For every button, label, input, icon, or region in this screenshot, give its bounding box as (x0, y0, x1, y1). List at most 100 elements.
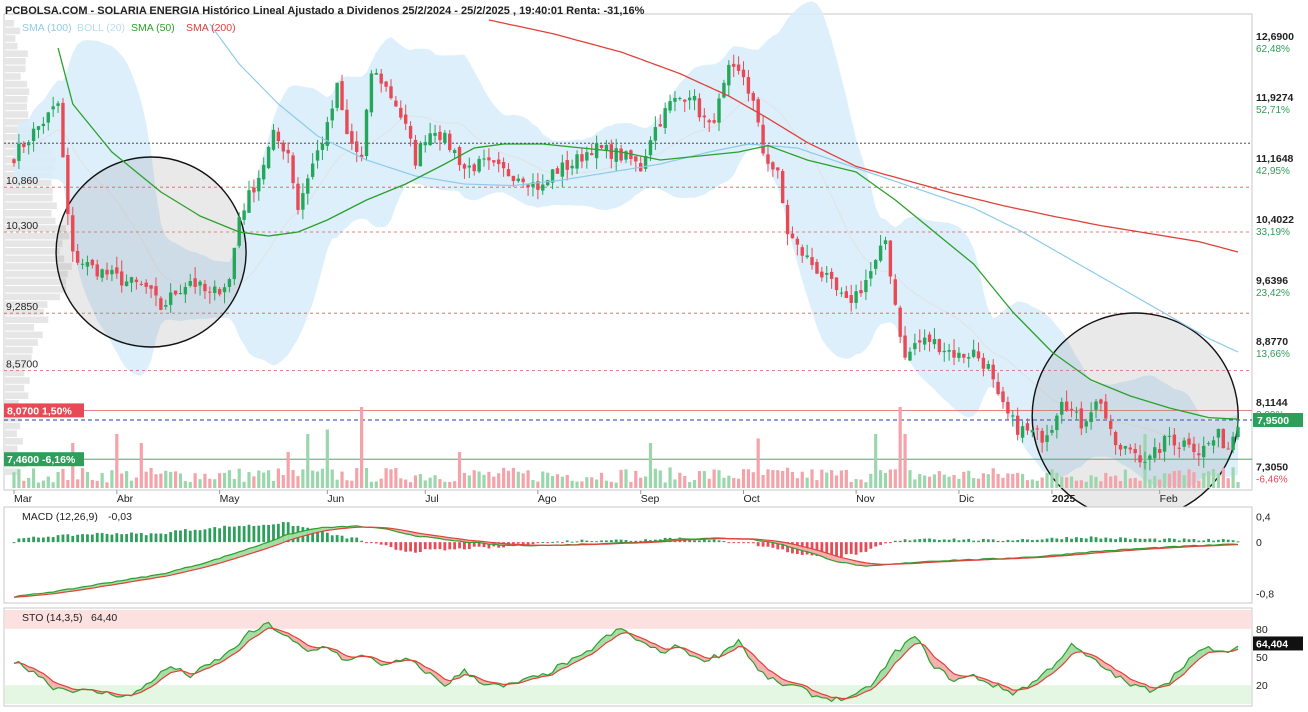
volume-bar (428, 477, 432, 488)
volume-profile-bar (4, 96, 28, 103)
macd-histogram-bar (56, 535, 60, 543)
candle-body (736, 64, 741, 71)
macd-histogram-bar (531, 542, 535, 545)
macd-histogram-bar (624, 540, 628, 543)
macd-histogram-bar (952, 538, 956, 543)
sto-tick-label: 20 (1256, 680, 1268, 692)
price-tick-pct: 52,71% (1256, 105, 1290, 116)
volume-bar (1016, 472, 1020, 488)
macd-histogram-bar (159, 533, 163, 543)
volume-bar (913, 479, 917, 488)
volume-bar (296, 476, 300, 488)
volume-bar (1030, 479, 1034, 488)
volume-bar (242, 481, 246, 488)
macd-histogram-bar (1133, 538, 1137, 543)
volume-bar (952, 474, 956, 488)
candle-body (159, 298, 163, 310)
volume-bar (546, 472, 550, 488)
volume-bar (697, 471, 702, 488)
volume-bar (56, 471, 60, 488)
volume-profile-bar (4, 316, 49, 323)
candle-body (1138, 455, 1142, 463)
volume-bar (17, 469, 21, 488)
volume-bar (418, 474, 422, 488)
candle-body (1192, 443, 1196, 453)
macd-histogram-bar (90, 534, 94, 543)
candle-body (1162, 435, 1167, 452)
macd-histogram-bar (707, 540, 711, 543)
volume-bar (301, 469, 305, 488)
candle-body (1236, 427, 1240, 438)
macd-histogram-bar (1060, 539, 1064, 543)
volume-bar (399, 478, 403, 488)
sto-current-label: 64,404 (1256, 638, 1288, 650)
candle-body (614, 148, 618, 162)
macd-histogram-bar (345, 538, 349, 543)
candle-body (898, 307, 902, 337)
candle-body (306, 178, 310, 194)
candle-body (996, 381, 1000, 395)
macd-histogram-bar (712, 539, 716, 543)
volume-bar (1148, 479, 1152, 488)
candle-body (834, 277, 839, 291)
candle-body (154, 286, 158, 296)
volume-bar (276, 468, 280, 488)
candle-body (129, 277, 134, 283)
macd-histogram-bar (869, 542, 873, 549)
candle-body (1025, 423, 1030, 431)
candle-body (168, 292, 173, 305)
candle-body (325, 122, 330, 146)
volume-bar (790, 472, 795, 488)
price-tick-label: 11,1648 (1256, 153, 1294, 165)
price-panel (3, 1, 1253, 520)
volume-bar (1172, 471, 1176, 488)
macd-histogram-bar (17, 538, 21, 543)
macd-histogram-bar (898, 540, 902, 543)
macd-histogram-bar (183, 529, 187, 543)
macd-histogram-bar (546, 542, 550, 544)
macd-histogram-bar (340, 535, 344, 543)
candle-body (110, 269, 114, 275)
volume-bar (888, 469, 892, 488)
candle-body (95, 264, 99, 277)
candle-body (1079, 408, 1084, 429)
macd-histogram-bar (76, 534, 80, 543)
volume-bar (536, 481, 540, 488)
candle-body (384, 81, 388, 87)
macd-histogram-bar (698, 540, 701, 543)
macd-histogram-bar (957, 540, 961, 543)
volume-bar (1216, 473, 1221, 488)
candle-body (957, 352, 961, 358)
candle-body (41, 123, 46, 127)
volume-profile-bar (4, 346, 33, 354)
volume-bar (1207, 471, 1211, 488)
stock-chart: PCBOLSA.COM - SOLARIA ENERGIA Histórico … (0, 0, 1308, 712)
volume-bar (105, 482, 109, 488)
volume-bar (702, 471, 706, 488)
volume-bar (771, 470, 775, 488)
candle-body (188, 281, 192, 286)
volume-bar (76, 479, 80, 488)
candle-body (707, 120, 711, 123)
volume-bar (976, 478, 981, 488)
macd-histogram-bar (614, 539, 618, 543)
macd-histogram-bar (1040, 539, 1044, 543)
candle-body (516, 178, 520, 182)
candle-body (810, 257, 814, 266)
macd-histogram-bar (262, 524, 266, 543)
candle-body (780, 171, 785, 204)
macd-histogram-bar (742, 542, 745, 544)
candle-body (1045, 435, 1049, 442)
macd-histogram-bar (854, 542, 858, 555)
candle-body (727, 64, 731, 86)
macd-tick-label: 0,4 (1256, 511, 1271, 523)
candle-body (71, 215, 75, 252)
candle-body (1035, 428, 1039, 430)
sto-tick-label: 50 (1256, 652, 1268, 664)
macd-histogram-bar (1231, 540, 1235, 543)
candle-body (17, 143, 21, 161)
volume-bar (614, 482, 618, 488)
volume-bar (678, 472, 682, 488)
volume-profile-bar (4, 73, 21, 80)
volume-bar (394, 467, 398, 488)
